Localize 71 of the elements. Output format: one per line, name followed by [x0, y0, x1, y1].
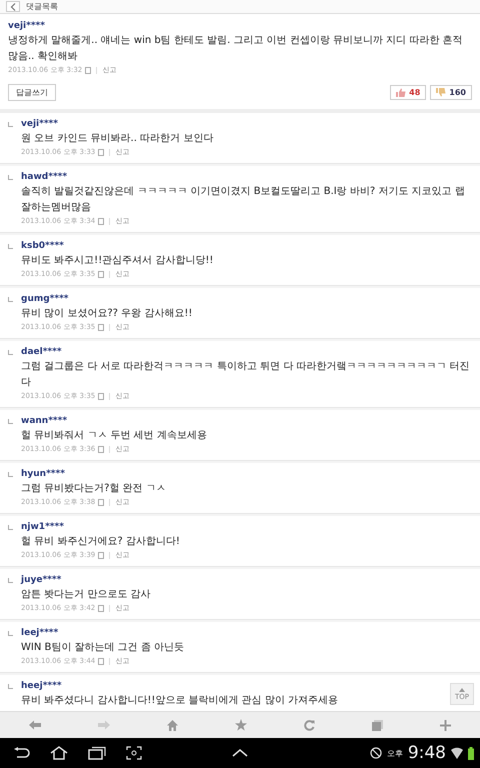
username: heej**** [21, 680, 63, 693]
back-icon[interactable] [14, 747, 30, 759]
reply-indicator-icon [8, 350, 13, 355]
reply-indicator-icon [8, 631, 13, 636]
reply-text: 헐 뮤비 봐주신거에요? 감사합니다! [21, 535, 180, 549]
reply-text: 뮤비 많이 보셨어요?? 우왕 감사해요!! [21, 307, 192, 321]
reply-text: 헐 뮤비봐줘서 ㄱㅅ 두번 세번 계속보세용 [21, 429, 207, 443]
username: ksb0**** [21, 240, 65, 253]
wifi-icon [451, 747, 463, 759]
mobile-icon [85, 67, 92, 74]
username: njw1**** [21, 521, 65, 534]
refresh-icon[interactable] [304, 720, 316, 730]
page-title: 댓글목록 [26, 1, 58, 12]
username: hawd**** [21, 171, 68, 184]
reply-indicator-icon [8, 244, 13, 249]
screenshot-icon[interactable] [126, 746, 142, 760]
mobile-icon [98, 218, 104, 225]
reply-text: 그럼 뮤비봤다는거?헐 완전 ㄱㅅ [21, 482, 166, 496]
clock-period: 오후 [386, 748, 403, 758]
home-icon[interactable] [50, 746, 68, 760]
mobile-icon [98, 149, 104, 156]
thumbs-up-icon [396, 88, 406, 97]
reply-text: 솔직히 발릴것같진않은데 ㅋㅋㅋㅋㅋ 이기면이겼지 B보컬도딸리고 B.I랑 바비? 저기도 지코있고 랩잘하는멤버많음 [21, 185, 466, 215]
username: dael**** [21, 346, 63, 359]
back-arrow-icon[interactable] [28, 720, 41, 730]
username: hyun**** [21, 468, 66, 481]
mobile-icon [98, 446, 104, 453]
reply-text: WIN B팀이 잘하는데 그건 좀 아닌듯 [21, 641, 184, 655]
star-icon[interactable] [234, 719, 247, 731]
comment-text: 냉정하게 말해줄게.. 얘네는 win b팀 한테도 발림. 그리고 이번 컨셉이랑 뮤비보니까 지디 따라한 흔적 많음.. 확인해봐 [8, 34, 464, 64]
thumbs-down-icon [436, 88, 446, 97]
reply-indicator-icon [8, 472, 13, 477]
reply-indicator-icon [8, 525, 13, 530]
username: veji**** [21, 118, 59, 131]
caret-up-icon [459, 688, 465, 692]
reply-text: 원 오브 카인드 뮤비봐라.. 따라한거 보인다 [21, 132, 214, 146]
reply-text: 그럼 걸그룹은 다 서로 따라한걱ㅋㅋㅋㅋㅋ 특이하고 튀면 다 따라한거랰ㅋㅋㅋㅋㅋㅋㅋㅋㅋㄱ 터진다 [21, 360, 471, 390]
mobile-icon [98, 499, 104, 506]
write-reply-button[interactable]: 답글쓰기 [8, 84, 56, 101]
chevron-left-icon [10, 2, 16, 10]
username: gumg**** [21, 293, 70, 306]
mobile-icon [98, 393, 104, 400]
mobile-icon [98, 552, 104, 559]
reply-text: 암튼 봣다는거 만으로도 감사 [21, 588, 151, 602]
reply-indicator-icon [8, 578, 13, 583]
username: leej**** [21, 627, 60, 640]
forward-arrow-icon[interactable] [98, 720, 110, 730]
username: veji**** [8, 20, 46, 33]
username: wann**** [21, 415, 68, 428]
dislike-button[interactable]: 160 [430, 85, 472, 100]
mobile-icon [98, 605, 104, 612]
reply-indicator-icon [8, 297, 13, 302]
clock: 9:48 [408, 743, 446, 763]
caret-up-icon[interactable] [232, 749, 248, 757]
back-button[interactable] [6, 1, 20, 12]
reply-text: 뮤비 봐주셨다니 감사합니다!!앞으로 블락비에게 관심 많이 가져주세용 [21, 694, 338, 708]
reply-indicator-icon [8, 419, 13, 424]
mobile-icon [98, 324, 104, 331]
battery-icon [468, 746, 474, 760]
like-button[interactable]: 48 [390, 85, 426, 100]
blocked-icon [370, 747, 382, 759]
username: juye**** [21, 574, 62, 587]
reply-indicator-icon [8, 175, 13, 180]
reply-indicator-icon [8, 122, 13, 127]
recent-apps-icon[interactable] [88, 746, 106, 760]
mobile-icon [98, 658, 104, 665]
mobile-icon [98, 271, 104, 278]
reply-indicator-icon [8, 684, 13, 689]
reply-text: 뮤비도 봐주시고!!관심주셔서 감사합니당!! [21, 254, 214, 268]
add-icon[interactable] [440, 720, 452, 730]
tabs-icon[interactable] [372, 720, 384, 730]
